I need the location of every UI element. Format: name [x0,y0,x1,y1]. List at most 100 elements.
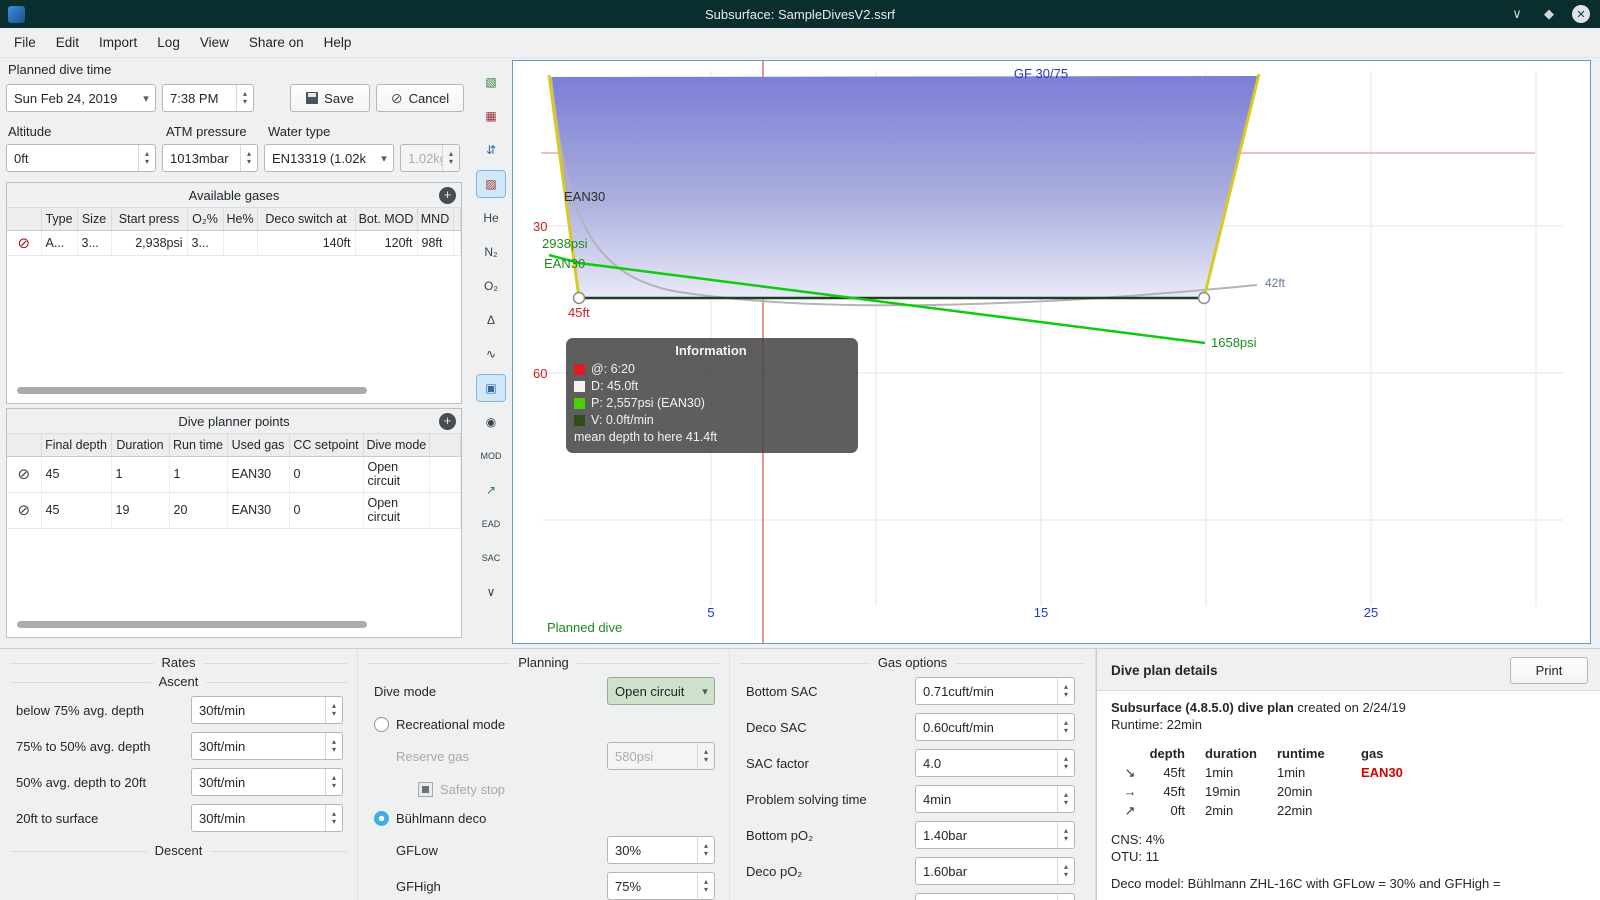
cell[interactable]: Open circuit [363,456,430,493]
info-tooltip[interactable]: Information @: 6:20 D: 45.0ft P: 2,557ps… [566,338,858,453]
scroll-down-icon[interactable]: ∨ [476,578,506,606]
column-header[interactable] [7,208,42,231]
mod-icon[interactable]: MOD [476,442,506,470]
cell[interactable]: 20 [169,492,228,529]
menu-edit[interactable]: Edit [46,28,89,58]
add-point-button[interactable] [439,413,456,430]
problem-solving-time-spinner[interactable]: 4min [915,785,1075,813]
spinner-arrows-icon[interactable] [1057,894,1074,900]
bottom-po2-spinner[interactable]: 1.40bar [915,821,1075,849]
spinner-arrows-icon[interactable] [240,145,257,171]
column-header[interactable]: Run time [169,434,228,457]
spinner-arrows-icon[interactable] [697,837,714,863]
column-header[interactable]: Duration [111,434,170,457]
pp-n2-icon[interactable]: N₂ [476,238,506,266]
sac-icon[interactable]: SAC [476,544,506,572]
bottom-sac-spinner[interactable]: 0.71cuft/min [915,677,1075,705]
cell[interactable] [223,230,258,256]
spinner-arrows-icon[interactable] [1057,786,1074,812]
deco-po2-spinner[interactable]: 1.60bar [915,857,1075,885]
cell[interactable]: 1 [169,456,228,493]
waypoint-handle[interactable] [572,291,586,305]
pp-o2-icon[interactable]: O₂ [476,272,506,300]
column-header[interactable]: Size [77,208,112,231]
column-header[interactable]: MND [417,208,454,231]
column-header[interactable]: He% [223,208,258,231]
column-header[interactable]: Deco switch at [257,208,356,231]
spinner-arrows-icon[interactable] [325,769,342,795]
spinner-arrows-icon[interactable] [1057,858,1074,884]
cell[interactable]: 3... [77,230,112,256]
cell[interactable]: 98ft [417,230,454,256]
spinner-arrows-icon[interactable] [1057,714,1074,740]
column-header[interactable]: Bot. MOD [355,208,418,231]
column-header[interactable] [7,434,42,457]
cell[interactable]: 2,938psi [111,230,188,256]
spinner-arrows-icon[interactable] [325,733,342,759]
menu-share-on[interactable]: Share on [239,28,314,58]
spinner-arrows-icon[interactable] [1057,678,1074,704]
tts-icon[interactable]: ↗ [476,476,506,504]
sac-factor-spinner[interactable]: 4.0 [915,749,1075,777]
deco-sac-spinner[interactable]: 0.60cuft/min [915,713,1075,741]
cell[interactable]: 1 [111,456,170,493]
cell[interactable]: A... [41,230,78,256]
gas-row[interactable]: A... 3... 2,938psi 3... 140ft 120ft 98ft [7,230,461,256]
increment-3m-icon[interactable]: ⇵ [476,136,506,164]
water-type-select[interactable]: EN13319 (1.02k [264,144,394,172]
spinner-arrows-icon[interactable] [697,873,714,899]
ascent-rate-20ft-spinner[interactable]: 30ft/min [191,768,343,796]
cell[interactable]: EAN30 [227,456,290,493]
cell[interactable]: 45 [41,492,112,529]
save-button[interactable]: Save [290,84,370,112]
buhlmann-deco-radio[interactable] [374,810,389,826]
cell[interactable]: Open circuit [363,492,430,529]
column-header[interactable]: Dive mode [363,434,430,457]
column-header[interactable]: CC setpoint [289,434,364,457]
menu-log[interactable]: Log [147,28,190,58]
dive-mode-select[interactable]: Open circuit [607,677,715,705]
delete-point-icon[interactable] [17,468,30,482]
heartrate-icon[interactable]: ∿ [476,340,506,368]
close-button[interactable]: ✕ [1572,5,1590,23]
chevron-down-icon[interactable] [696,678,714,704]
calculated-ceiling-icon[interactable]: ▨ [476,170,506,198]
cancel-button[interactable]: Cancel [376,84,464,112]
ascent-rate-50-spinner[interactable]: 30ft/min [191,732,343,760]
chevron-down-icon[interactable] [375,145,393,171]
atm-pressure-spinner[interactable]: 1013mbar [162,144,258,172]
cell[interactable]: 19 [111,492,170,529]
cell[interactable]: 140ft [257,230,356,256]
column-header[interactable]: Start press [111,208,188,231]
menu-help[interactable]: Help [314,28,362,58]
dc-ceiling-icon[interactable]: ▦ [476,102,506,130]
planner-point-row[interactable]: 45 19 20 EAN30 0 Open circuit [7,492,461,529]
ascent-rate-surface-spinner[interactable]: 30ft/min [191,804,343,832]
cell[interactable]: EAN30 [227,492,290,529]
menu-view[interactable]: View [190,28,239,58]
spinner-arrows-icon[interactable] [138,145,155,171]
minimize-button[interactable]: ∨ [1508,5,1526,23]
column-header[interactable]: Type [41,208,78,231]
profile-scale-icon[interactable]: ▧ [476,68,506,96]
chevron-down-icon[interactable] [137,85,155,111]
spinner-arrows-icon[interactable] [1057,822,1074,848]
spinner-arrows-icon[interactable] [325,805,342,831]
dc-data-icon[interactable]: Δ [476,306,506,334]
planner-point-row[interactable]: 45 1 1 EAN30 0 Open circuit [7,456,461,493]
ead-icon[interactable]: EAD [476,510,506,538]
spinner-arrows-icon[interactable] [325,697,342,723]
recreational-mode-radio[interactable] [374,716,389,732]
gflow-spinner[interactable]: 30% [607,836,715,864]
spinner-arrows-icon[interactable] [236,85,253,111]
delete-point-icon[interactable] [17,504,30,518]
ascent-rate-75-spinner[interactable]: 30ft/min [191,696,343,724]
cell[interactable]: 3... [187,230,224,256]
gfhigh-spinner[interactable]: 75% [607,872,715,900]
waypoint-handle[interactable] [1197,291,1211,305]
cell[interactable]: 0 [289,456,364,493]
photos-icon[interactable]: ▣ [476,374,506,402]
column-header[interactable]: O₂% [187,208,224,231]
spinner-arrows-icon[interactable] [1057,750,1074,776]
delete-gas-icon[interactable] [17,237,30,251]
